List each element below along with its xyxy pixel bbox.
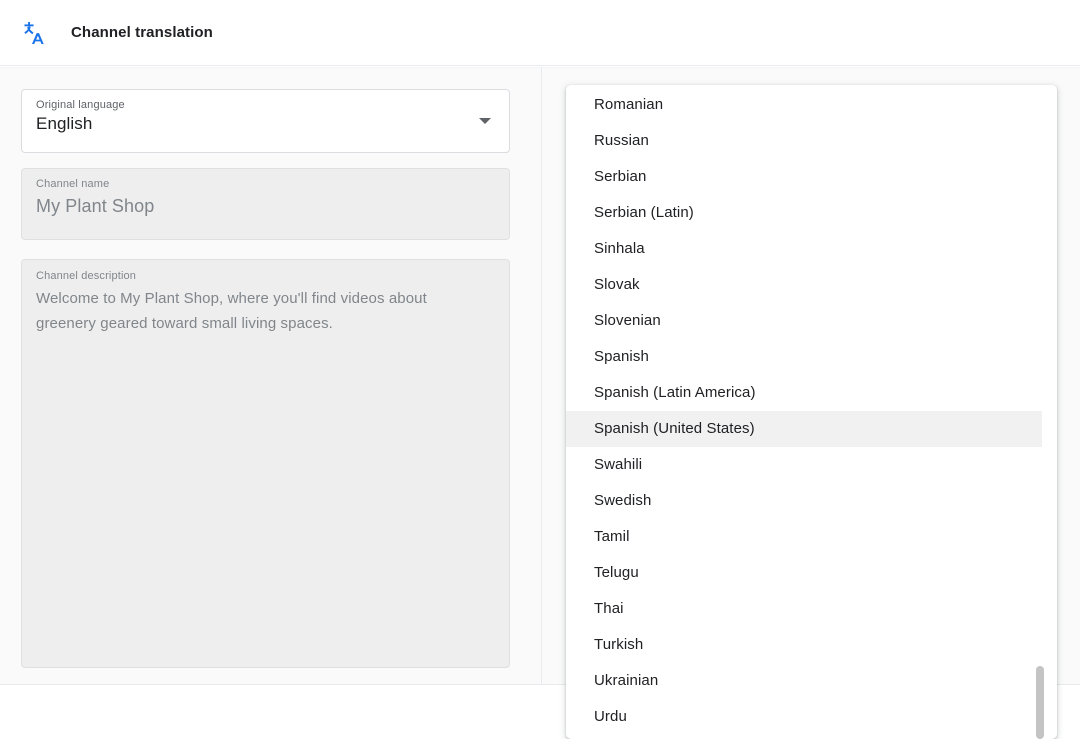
language-list: Romanian Russian Serbian Serbian (Latin) Sin… bbox=[566, 85, 1057, 735]
language-option[interactable]: Slovenian bbox=[566, 303, 1057, 339]
language-option[interactable]: Spanish (United States) bbox=[566, 411, 1042, 447]
page-header: Channel translation bbox=[0, 0, 1080, 66]
channel-name-label: Channel name bbox=[36, 178, 110, 190]
language-option[interactable]: Swedish bbox=[566, 483, 1057, 519]
language-option[interactable]: Serbian (Latin) bbox=[566, 195, 1057, 231]
language-option[interactable]: Tamil bbox=[566, 519, 1057, 555]
language-option[interactable]: Sinhala bbox=[566, 231, 1057, 267]
channel-translation-page: Channel translation Original language En… bbox=[0, 0, 1080, 739]
channel-name-value: My Plant Shop bbox=[36, 196, 155, 216]
language-option[interactable]: Slovak bbox=[566, 267, 1057, 303]
page-title: Channel translation bbox=[71, 24, 213, 41]
language-dropdown-panel: Romanian Russian Serbian Serbian (Latin) Sin… bbox=[566, 85, 1057, 739]
language-option[interactable]: Spanish (Latin America) bbox=[566, 375, 1057, 411]
chevron-down-icon[interactable] bbox=[479, 118, 491, 124]
language-option[interactable]: Spanish bbox=[566, 339, 1057, 375]
language-option[interactable]: Russian bbox=[566, 123, 1057, 159]
language-option[interactable]: Urdu bbox=[566, 699, 1057, 735]
language-option[interactable]: Turkish bbox=[566, 627, 1057, 663]
language-list-scrollbar[interactable] bbox=[1036, 85, 1051, 739]
language-dropdown-column: Romanian Russian Serbian Serbian (Latin) Sin… bbox=[542, 67, 1080, 739]
language-option[interactable]: Thai bbox=[566, 591, 1057, 627]
channel-description-label: Channel description bbox=[36, 270, 137, 282]
channel-name-field: Channel name My Plant Shop bbox=[21, 168, 510, 240]
language-option[interactable]: Telugu bbox=[566, 555, 1057, 591]
channel-description-field: Channel description Welcome to My Plant … bbox=[21, 259, 510, 668]
language-option[interactable]: Serbian bbox=[566, 159, 1057, 195]
language-option[interactable]: Ukrainian bbox=[566, 663, 1057, 699]
language-list-scrollbar-thumb[interactable] bbox=[1036, 666, 1044, 739]
original-language-select[interactable]: Original language English bbox=[21, 89, 510, 153]
translate-icon bbox=[20, 19, 48, 47]
translation-form: Original language English Channel name M… bbox=[0, 67, 541, 685]
channel-description-value: Welcome to My Plant Shop, where you'll f… bbox=[36, 290, 427, 332]
original-language-label: Original language bbox=[36, 99, 125, 111]
original-language-value: English bbox=[36, 114, 93, 133]
language-option[interactable]: Romanian bbox=[566, 87, 1057, 123]
language-option[interactable]: Swahili bbox=[566, 447, 1057, 483]
